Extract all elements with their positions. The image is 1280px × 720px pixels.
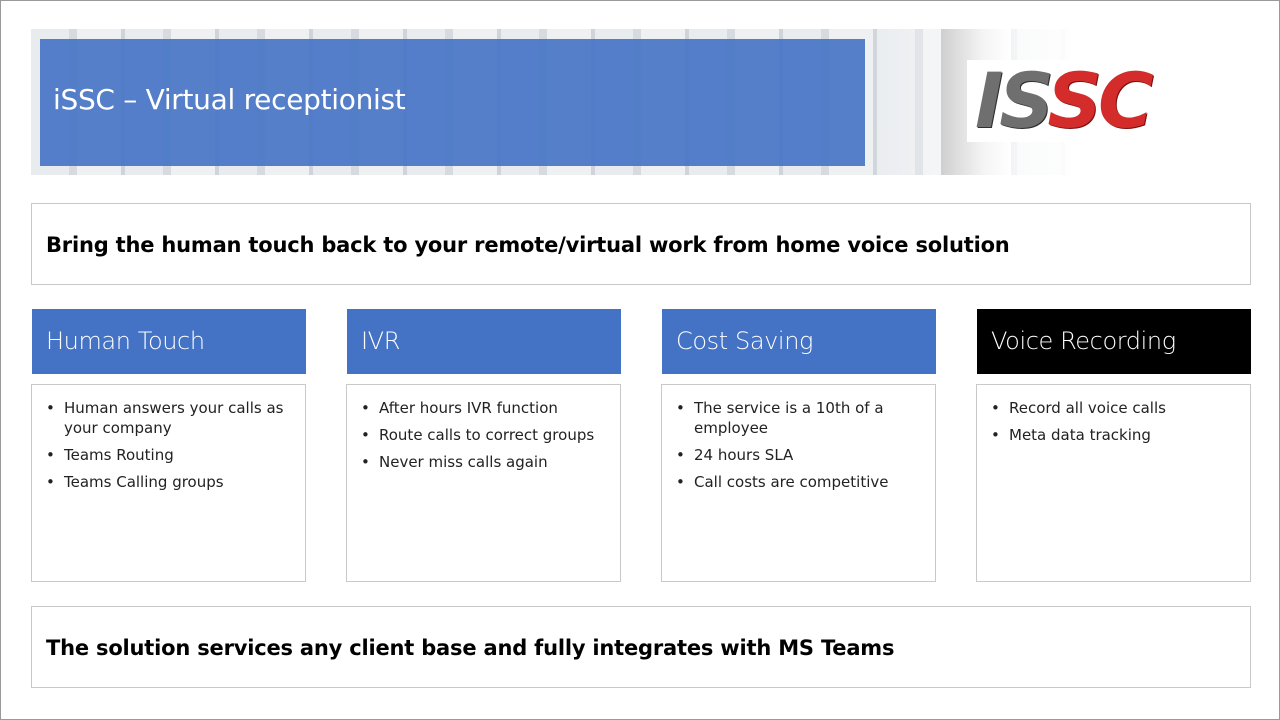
- list-item: Teams Calling groups: [46, 472, 295, 492]
- column-header-human-touch: Human Touch: [32, 309, 306, 374]
- list-item: 24 hours SLA: [676, 445, 925, 465]
- bullet-list: Record all voice calls Meta data trackin…: [977, 385, 1250, 445]
- column-body-ivr: After hours IVR function Route calls to …: [346, 384, 621, 582]
- bullet-list: Human answers your calls as your company…: [32, 385, 305, 492]
- list-item: Meta data tracking: [991, 425, 1240, 445]
- company-logo: ISSC: [967, 60, 1221, 142]
- list-item: The service is a 10th of a employee: [676, 398, 925, 438]
- list-item: Teams Routing: [46, 445, 295, 465]
- list-item: After hours IVR function: [361, 398, 610, 418]
- column-title: Human Touch: [46, 327, 205, 355]
- slide-title: iSSC – Virtual receptionist: [53, 83, 406, 116]
- bullet-list: After hours IVR function Route calls to …: [347, 385, 620, 472]
- list-item: Record all voice calls: [991, 398, 1240, 418]
- column-body-human-touch: Human answers your calls as your company…: [31, 384, 306, 582]
- tagline-text: Bring the human touch back to your remot…: [46, 233, 1010, 257]
- footer-text: The solution services any client base an…: [46, 636, 895, 660]
- column-header-voice-recording: Voice Recording: [977, 309, 1251, 374]
- column-body-voice-recording: Record all voice calls Meta data trackin…: [976, 384, 1251, 582]
- column-title: Voice Recording: [991, 327, 1176, 355]
- column-header-ivr: IVR: [347, 309, 621, 374]
- column-header-cost-saving: Cost Saving: [662, 309, 936, 374]
- slide: iSSC – Virtual receptionist ISSC Bring t…: [0, 0, 1280, 720]
- bullet-list: The service is a 10th of a employee 24 h…: [662, 385, 935, 492]
- list-item: Human answers your calls as your company: [46, 398, 295, 438]
- list-item: Route calls to correct groups: [361, 425, 610, 445]
- list-item: Call costs are competitive: [676, 472, 925, 492]
- column-body-cost-saving: The service is a 10th of a employee 24 h…: [661, 384, 936, 582]
- footer-box: The solution services any client base an…: [31, 606, 1251, 688]
- tagline-box: Bring the human touch back to your remot…: [31, 203, 1251, 285]
- list-item: Never miss calls again: [361, 452, 610, 472]
- column-title: IVR: [361, 327, 400, 355]
- logo-wordmark: ISSC: [975, 56, 1154, 145]
- column-title: Cost Saving: [676, 327, 814, 355]
